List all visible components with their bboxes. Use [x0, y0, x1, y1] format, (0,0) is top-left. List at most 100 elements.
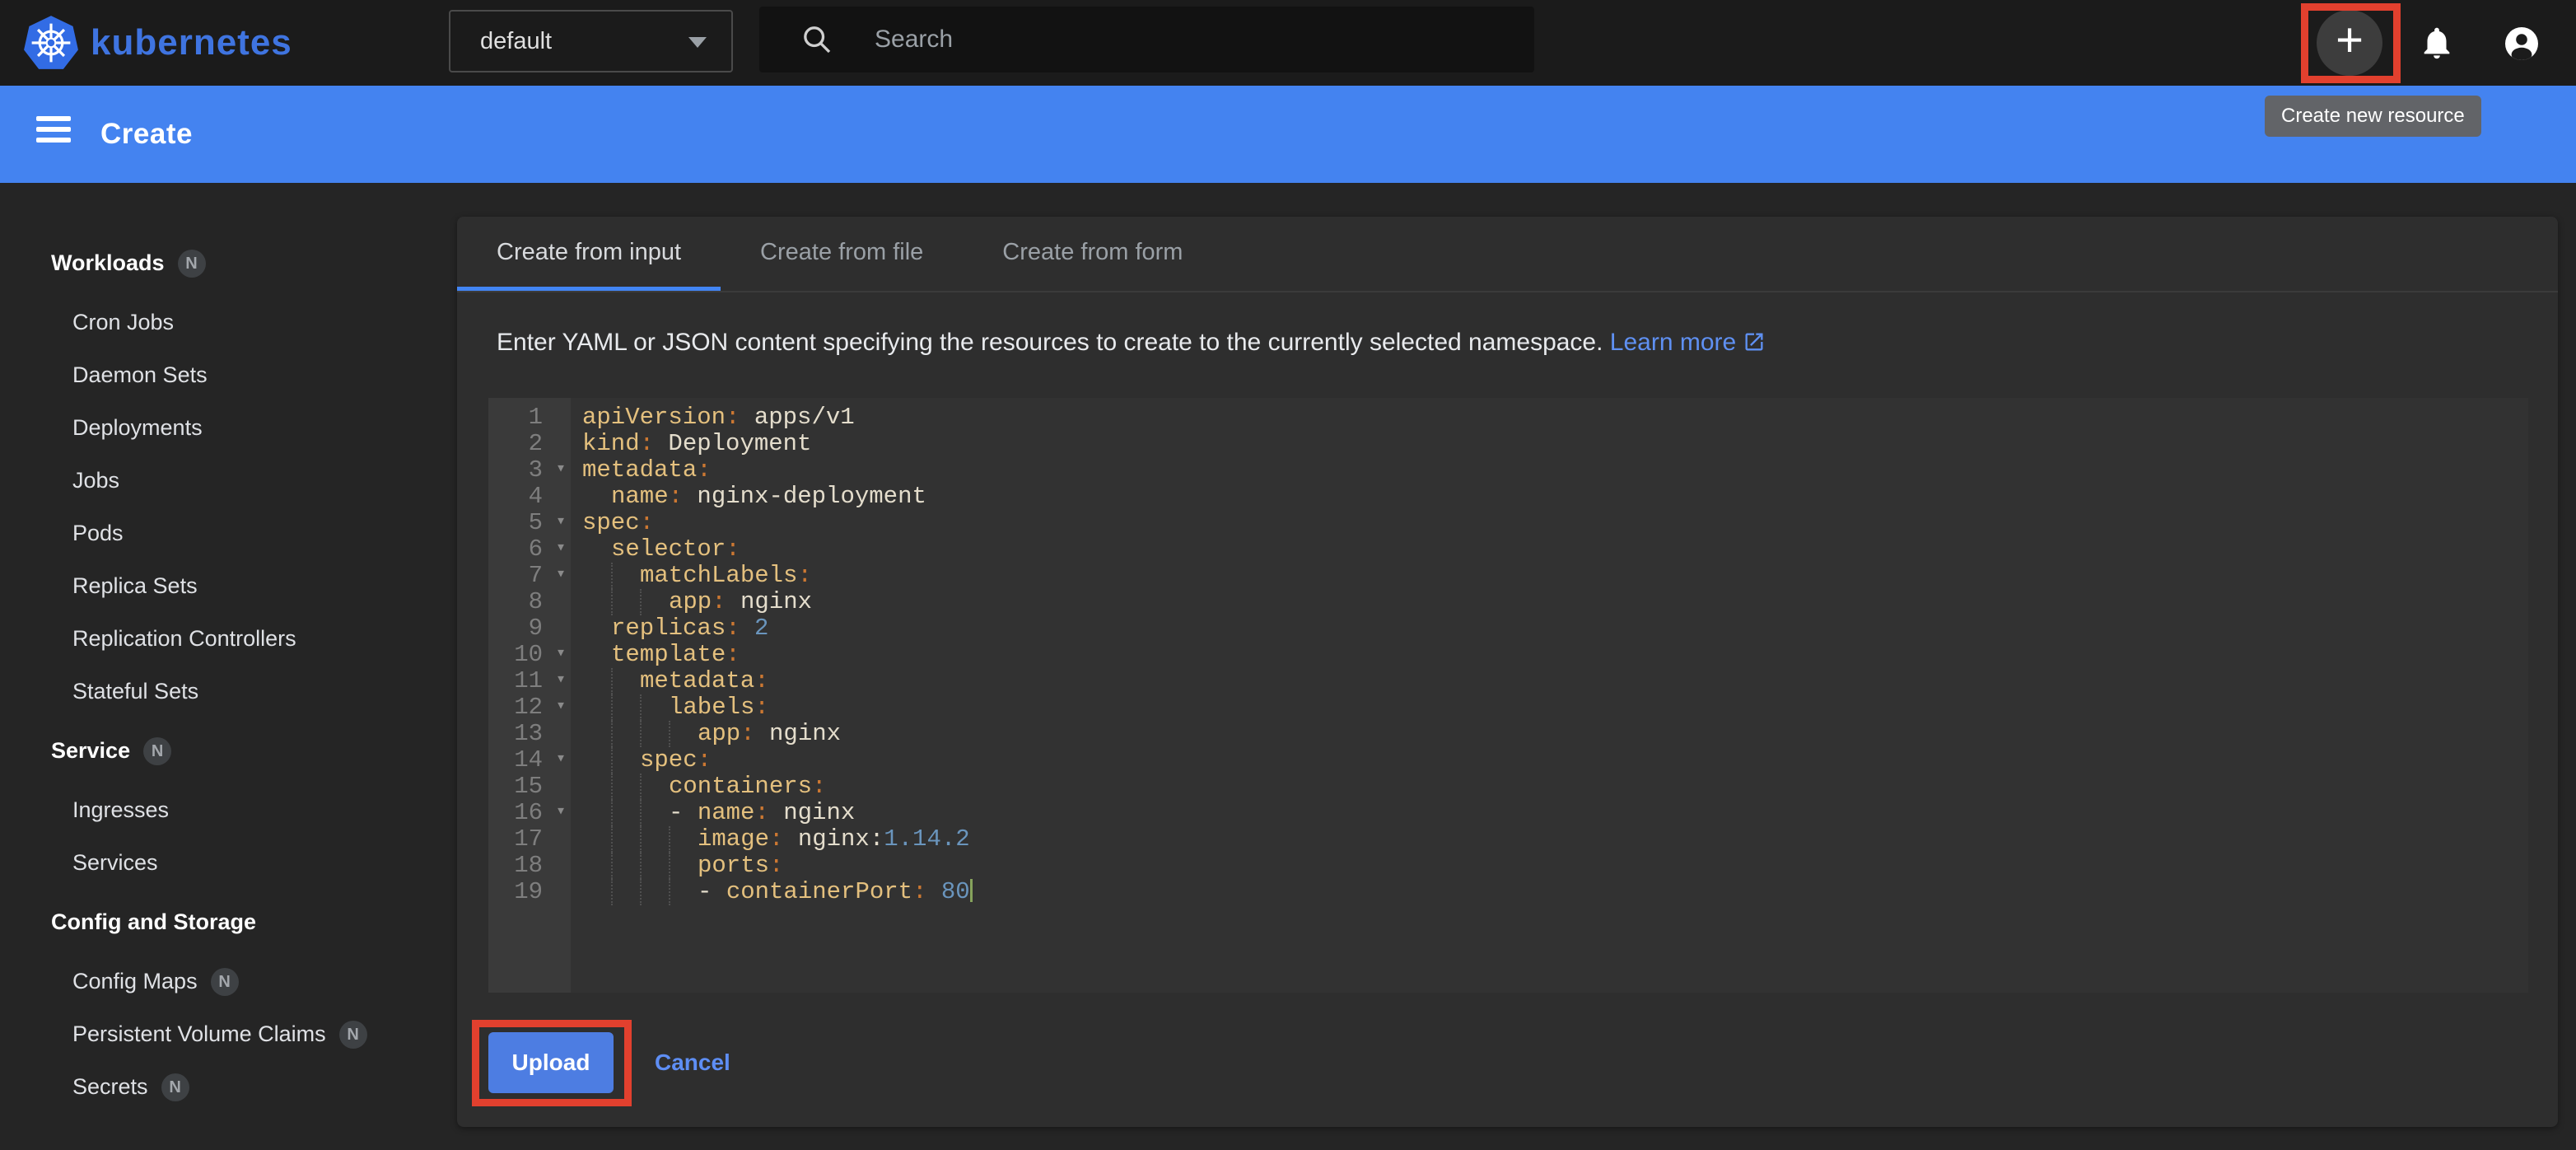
indent-guide [611, 747, 640, 774]
gutter-line-7[interactable]: 7▾ [488, 563, 571, 589]
indent-guide [640, 879, 669, 905]
code-line-10[interactable]: template: [582, 642, 2528, 668]
code-line-13[interactable]: app: nginx [582, 721, 2528, 747]
sidebar-item-pods[interactable]: Pods [51, 507, 458, 559]
namespaced-badge: N [178, 250, 206, 278]
sidebar-item-stateful-sets[interactable]: Stateful Sets [51, 665, 458, 718]
tab-create-from-input[interactable]: Create from input [457, 217, 721, 291]
external-link-icon [1743, 330, 1766, 353]
code-line-9[interactable]: replicas: 2 [582, 615, 2528, 642]
code-line-7[interactable]: matchLabels: [582, 563, 2528, 589]
tooltip-create-new-resource: Create new resource [2265, 96, 2481, 137]
fold-arrow-icon[interactable]: ▾ [556, 694, 566, 720]
fold-arrow-icon[interactable]: ▾ [556, 509, 566, 535]
indent-guide [582, 589, 611, 615]
gutter-line-16[interactable]: 16▾ [488, 800, 571, 826]
sidebar-item-jobs[interactable]: Jobs [51, 454, 458, 507]
sidebar-item-config-maps[interactable]: Config MapsN [51, 955, 458, 1007]
tab-create-from-file[interactable]: Create from file [721, 217, 963, 291]
code-line-11[interactable]: metadata: [582, 668, 2528, 694]
yaml-editor[interactable]: 123▾45▾6▾7▾8910▾11▾12▾1314▾1516▾171819 a… [488, 398, 2528, 993]
sidebar-item-label: Stateful Sets [72, 679, 198, 704]
sidebar-item-cron-jobs[interactable]: Cron Jobs [51, 296, 458, 348]
gutter-line-1[interactable]: 1 [488, 404, 571, 431]
highlight-box-plus [2301, 3, 2401, 83]
kubernetes-logo-icon[interactable] [23, 15, 79, 71]
sidebar-nav: WorkloadsN Cron JobsDaemon SetsDeployment… [0, 217, 458, 1113]
sidebar-item-persistent-volume-claims[interactable]: Persistent Volume ClaimsN [51, 1007, 458, 1060]
sidebar-item-ingresses[interactable]: Ingresses [51, 783, 458, 836]
gutter-line-5[interactable]: 5▾ [488, 510, 571, 536]
gutter-line-19[interactable]: 19 [488, 879, 571, 905]
gutter-line-18[interactable]: 18 [488, 853, 571, 879]
gutter-line-14[interactable]: 14▾ [488, 747, 571, 774]
sidebar-item-replica-sets[interactable]: Replica Sets [51, 559, 458, 612]
code-line-1[interactable]: apiVersion: apps/v1 [582, 404, 2528, 431]
indent-guide [640, 694, 669, 721]
sidebar-item-services[interactable]: Services [51, 836, 458, 889]
indent-guide [611, 721, 640, 747]
gutter-line-15[interactable]: 15 [488, 774, 571, 800]
code-line-6[interactable]: selector: [582, 536, 2528, 563]
gutter-line-8[interactable]: 8 [488, 589, 571, 615]
fold-arrow-icon[interactable]: ▾ [556, 667, 566, 694]
code-line-2[interactable]: kind: Deployment [582, 431, 2528, 457]
namespaced-badge: N [211, 968, 239, 996]
indent-guide [611, 826, 640, 853]
notifications-bell-icon[interactable] [2418, 24, 2456, 62]
fold-arrow-icon[interactable]: ▾ [556, 562, 566, 588]
code-line-18[interactable]: ports: [582, 853, 2528, 879]
menu-hamburger-icon[interactable] [36, 116, 71, 152]
upload-button[interactable]: Upload [488, 1032, 614, 1093]
gutter-line-12[interactable]: 12▾ [488, 694, 571, 721]
code-line-15[interactable]: containers: [582, 774, 2528, 800]
code-line-19[interactable]: - containerPort: 80 [582, 879, 2528, 905]
sidebar-item-daemon-sets[interactable]: Daemon Sets [51, 348, 458, 401]
sidebar-item-replication-controllers[interactable]: Replication Controllers [51, 612, 458, 665]
gutter-line-4[interactable]: 4 [488, 484, 571, 510]
sidebar-item-deployments[interactable]: Deployments [51, 401, 458, 454]
code-line-12[interactable]: labels: [582, 694, 2528, 721]
fold-arrow-icon[interactable]: ▾ [556, 799, 566, 825]
indent-guide [582, 642, 611, 668]
code-line-14[interactable]: spec: [582, 747, 2528, 774]
sidebar-section-service[interactable]: ServiceN [51, 724, 458, 777]
editor-code[interactable]: apiVersion: apps/v1kind: Deploymentmetad… [571, 398, 2528, 993]
sidebar-section-workloads[interactable]: WorkloadsN [51, 236, 458, 289]
indent-guide [611, 589, 640, 615]
gutter-line-6[interactable]: 6▾ [488, 536, 571, 563]
gutter-line-9[interactable]: 9 [488, 615, 571, 642]
cancel-button[interactable]: Cancel [655, 1032, 730, 1093]
code-line-4[interactable]: name: nginx-deployment [582, 484, 2528, 510]
code-line-5[interactable]: spec: [582, 510, 2528, 536]
text-cursor [970, 879, 973, 902]
fold-arrow-icon[interactable]: ▾ [556, 641, 566, 667]
indent-guide [640, 853, 669, 879]
code-line-17[interactable]: image: nginx:1.14.2 [582, 826, 2528, 853]
tab-create-from-form[interactable]: Create from form [963, 217, 1222, 291]
indent-guide [640, 721, 669, 747]
indent-guide [582, 484, 611, 510]
account-icon[interactable] [2502, 24, 2541, 63]
fold-arrow-icon[interactable]: ▾ [556, 535, 566, 562]
gutter-line-3[interactable]: 3▾ [488, 457, 571, 484]
sidebar-item-label: Replica Sets [72, 573, 198, 598]
editor-gutter: 123▾45▾6▾7▾8910▾11▾12▾1314▾1516▾171819 [488, 398, 571, 993]
sidebar-section-config-and-storage[interactable]: Config and Storage [51, 895, 458, 948]
code-line-16[interactable]: - name: nginx [582, 800, 2528, 826]
search-input[interactable] [875, 7, 1500, 72]
code-line-3[interactable]: metadata: [582, 457, 2528, 484]
fold-arrow-icon[interactable]: ▾ [556, 746, 566, 773]
gutter-line-17[interactable]: 17 [488, 826, 571, 853]
namespace-select[interactable]: default [449, 10, 733, 72]
gutter-line-11[interactable]: 11▾ [488, 668, 571, 694]
code-line-8[interactable]: app: nginx [582, 589, 2528, 615]
learn-more-link[interactable]: Learn more [1610, 329, 1736, 356]
gutter-line-2[interactable]: 2 [488, 431, 571, 457]
brand-wordmark[interactable]: kubernetes [91, 0, 292, 86]
fold-arrow-icon[interactable]: ▾ [556, 456, 566, 483]
gutter-line-10[interactable]: 10▾ [488, 642, 571, 668]
gutter-line-13[interactable]: 13 [488, 721, 571, 747]
sidebar-item-secrets[interactable]: SecretsN [51, 1060, 458, 1113]
description-text: Enter YAML or JSON content specifying th… [497, 329, 2522, 357]
